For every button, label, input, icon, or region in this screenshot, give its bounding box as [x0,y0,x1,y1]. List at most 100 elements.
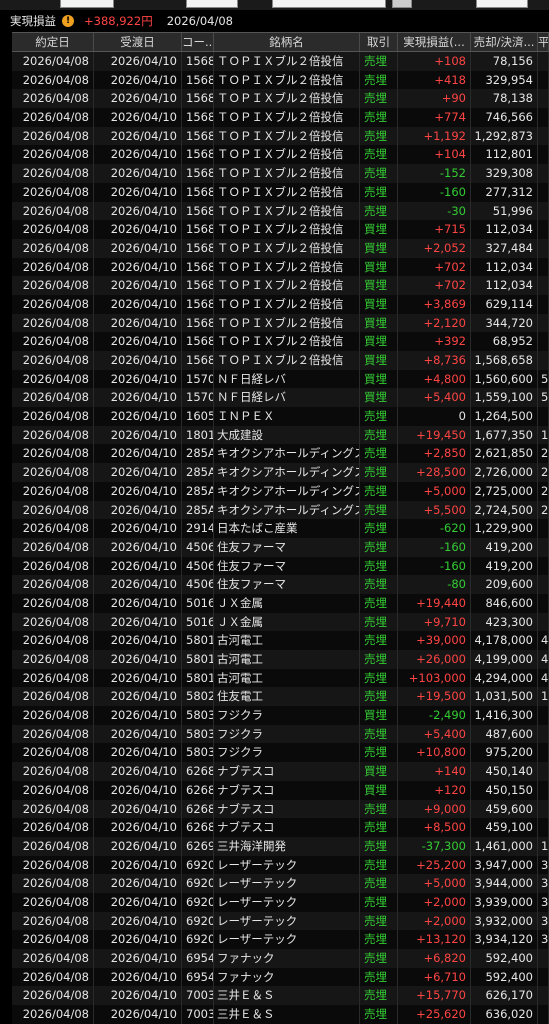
cell-code: 1568 [182,332,214,351]
table-row[interactable]: 2026/04/08 2026/04/10 5803 フジクラ 売埋 +5,400 487,… [12,724,549,744]
table-row[interactable]: 2026/04/08 2026/04/10 1570 ＮＦ日経レバ 買埋 +5,400 1,… [12,388,549,408]
table-row[interactable]: 2026/04/08 2026/04/10 1568 ＴＯＰＩＸブル２倍投信 売埋 +1,… [12,126,549,146]
column-header-settlement-date[interactable]: 受渡日 [94,33,182,51]
column-header-code[interactable]: コー... [182,33,214,51]
table-row[interactable]: 2026/04/08 2026/04/10 1568 ＴＯＰＩＸブル２倍投信 買埋 +70… [12,276,549,295]
column-header-trade-date[interactable]: 約定日 [12,33,94,51]
cell-code: 6268 [182,818,214,837]
table-row[interactable]: 2026/04/08 2026/04/10 6920 レーザーテック 売埋 +25,200… [12,855,549,875]
cell-settlement-amount: 112,034 [471,220,538,239]
table-row[interactable]: 2026/04/08 2026/04/10 4506 住友ファーマ 売埋 -160 419,… [12,556,549,576]
table-row[interactable]: 2026/04/08 2026/04/10 5016 ＪＸ金属 売埋 +19,440 846… [12,593,549,613]
table-row[interactable]: 2026/04/08 2026/04/10 4506 住友ファーマ 売埋 -80 209,6… [12,575,549,594]
column-header-average[interactable]: 平 [538,33,549,51]
cell-trade-type: 売埋 [360,164,398,183]
realized-pnl-table: 約定日 受渡日 コー... 銘柄名 取引 実現損益(... 売却/決済... 平… [12,32,549,1024]
table-row[interactable]: 2026/04/08 2026/04/10 1568 ＴＯＰＩＸブル２倍投信 売埋 -30… [12,201,549,221]
table-row[interactable]: 2026/04/08 2026/04/10 1568 ＴＯＰＩＸブル２倍投信 買埋 +3,… [12,294,549,314]
date-to-field[interactable] [186,0,238,8]
cell-code: 4506 [182,575,214,594]
table-row[interactable]: 2026/04/08 2026/04/10 6269 三井海洋開発 売埋 -37,300 1… [12,836,549,856]
table-row[interactable]: 2026/04/08 2026/04/10 5801 古河電工 売埋 +103,000 4,… [12,668,549,688]
symbol-field[interactable] [272,0,386,8]
cell-settlement-date: 2026/04/10 [94,780,182,800]
table-row[interactable]: 2026/04/08 2026/04/10 285A キオクシアホールディングス 売埋 +… [12,444,549,464]
table-row[interactable]: 2026/04/08 2026/04/10 4506 住友ファーマ 売埋 -160 419,… [12,537,549,557]
cell-realized-pnl: -152 [398,164,471,183]
cell-symbol-name: ＩＮＰＥＸ [214,407,360,426]
table-row[interactable]: 2026/04/08 2026/04/10 2914 日本たばこ産業 売埋 -620 1,2… [12,519,549,538]
cell-trade-type: 売埋 [360,855,398,875]
warning-icon[interactable]: ! [62,15,74,27]
table-row[interactable]: 2026/04/08 2026/04/10 1568 ＴＯＰＩＸブル２倍投信 買埋 +39… [12,332,549,351]
table-row[interactable]: 2026/04/08 2026/04/10 1568 ＴＯＰＩＸブル２倍投信 買埋 +70… [12,257,549,277]
cell-realized-pnl: +120 [398,780,471,800]
cell-code: 5801 [182,631,214,650]
table-row[interactable]: 2026/04/08 2026/04/10 6268 ナブテスコ 売埋 +8,500 459… [12,818,549,837]
table-row[interactable]: 2026/04/08 2026/04/10 6268 ナブテスコ 買埋 +120 450,1… [12,780,549,800]
table-row[interactable]: 2026/04/08 2026/04/10 1568 ＴＯＰＩＸブル２倍投信 売埋 +77… [12,108,549,127]
table-row[interactable]: 2026/04/08 2026/04/10 1570 ＮＦ日経レバ 買埋 +4,800 1,… [12,369,549,389]
table-row[interactable]: 2026/04/08 2026/04/10 6268 ナブテスコ 売埋 +9,000 459… [12,799,549,819]
cell-trade-date: 2026/04/08 [12,930,94,949]
cell-code: 1570 [182,369,214,389]
table-row[interactable]: 2026/04/08 2026/04/10 5801 古河電工 売埋 +39,000 4,1… [12,631,549,650]
date-from-field[interactable] [60,0,114,8]
table-row[interactable]: 2026/04/08 2026/04/10 6920 レーザーテック 売埋 +13,120… [12,930,549,949]
table-row[interactable]: 2026/04/08 2026/04/10 7003 三井Ｅ＆Ｓ 売埋 +15,770 62… [12,986,549,1006]
search-button[interactable] [392,0,412,8]
table-row[interactable]: 2026/04/08 2026/04/10 1568 ＴＯＰＩＸブル２倍投信 売埋 +10… [12,52,549,71]
cell-trade-type: 売埋 [360,425,398,445]
table-row[interactable]: 2026/04/08 2026/04/10 6920 レーザーテック 売埋 +2,000 3… [12,911,549,931]
table-row[interactable]: 2026/04/08 2026/04/10 1801 大成建設 売埋 +19,450 1,6… [12,425,549,445]
table-row[interactable]: 2026/04/08 2026/04/10 6954 ファナック 売埋 +6,710 592… [12,967,549,987]
table-row[interactable]: 2026/04/08 2026/04/10 285A キオクシアホールディングス 売埋 +… [12,463,549,482]
table-row[interactable]: 2026/04/08 2026/04/10 1568 ＴＯＰＩＸブル２倍投信 売埋 -16… [12,182,549,202]
table-row[interactable]: 2026/04/08 2026/04/10 7003 三井Ｅ＆Ｓ 売埋 +25,620 63… [12,1005,549,1024]
table-row[interactable]: 2026/04/08 2026/04/10 1568 ＴＯＰＩＸブル２倍投信 売埋 -15… [12,164,549,183]
cell-code: 1568 [182,238,214,258]
account-select[interactable] [476,0,528,8]
cell-trade-type: 売埋 [360,836,398,856]
table-row[interactable]: 2026/04/08 2026/04/10 285A キオクシアホールディングス 売埋 +… [12,481,549,501]
table-row[interactable]: 2026/04/08 2026/04/10 6920 レーザーテック 売埋 +2,000 3… [12,892,549,912]
cell-realized-pnl: +5,000 [398,874,471,893]
cell-symbol-name: ＴＯＰＩＸブル２倍投信 [214,89,360,109]
table-row[interactable]: 2026/04/08 2026/04/10 1568 ＴＯＰＩＸブル２倍投信 買埋 +8,… [12,351,549,370]
cell-trade-type: 売埋 [360,1005,398,1024]
cell-settlement-date: 2026/04/10 [94,425,182,445]
cell-trade-type: 売埋 [360,52,398,71]
table-row[interactable]: 2026/04/08 2026/04/10 1568 ＴＯＰＩＸブル２倍投信 売埋 +90… [12,89,549,109]
table-row[interactable]: 2026/04/08 2026/04/10 5803 フジクラ 売埋 +10,800 975… [12,743,549,763]
table-row[interactable]: 2026/04/08 2026/04/10 6954 ファナック 売埋 +6,820 592… [12,949,549,968]
cell-trade-date: 2026/04/08 [12,126,94,146]
cell-trade-date: 2026/04/08 [12,593,94,613]
table-row[interactable]: 2026/04/08 2026/04/10 1605 ＩＮＰＥＸ 売埋 0 1,264,50… [12,407,549,426]
table-row[interactable]: 2026/04/08 2026/04/10 5802 住友電工 売埋 +19,500 1,0… [12,687,549,707]
cell-trade-date: 2026/04/08 [12,276,94,295]
cell-trade-date: 2026/04/08 [12,967,94,987]
table-row[interactable]: 2026/04/08 2026/04/10 1568 ＴＯＰＩＸブル２倍投信 買埋 +71… [12,220,549,239]
column-header-settlement-amount[interactable]: 売却/決済... [471,33,538,51]
cell-symbol-name: 住友電工 [214,687,360,707]
cell-realized-pnl: +2,000 [398,911,471,931]
table-row[interactable]: 2026/04/08 2026/04/10 285A キオクシアホールディングス 売埋 +… [12,500,549,520]
cell-code: 6920 [182,930,214,949]
cell-code: 6954 [182,949,214,968]
cell-trade-type: 売埋 [360,481,398,501]
cell-trade-date: 2026/04/08 [12,724,94,744]
table-row[interactable]: 2026/04/08 2026/04/10 1568 ＴＯＰＩＸブル２倍投信 買埋 +2,… [12,238,549,258]
table-row[interactable]: 2026/04/08 2026/04/10 6268 ナブテスコ 買埋 +140 450,1… [12,762,549,781]
cell-settlement-date: 2026/04/10 [94,369,182,389]
table-row[interactable]: 2026/04/08 2026/04/10 1568 ＴＯＰＩＸブル２倍投信 買埋 +2,… [12,313,549,333]
table-row[interactable]: 2026/04/08 2026/04/10 5801 古河電工 売埋 +26,000 4,1… [12,650,549,669]
column-header-symbol-name[interactable]: 銘柄名 [214,33,360,51]
column-header-trade-type[interactable]: 取引 [360,33,398,51]
column-header-realized-pnl[interactable]: 実現損益(... [398,33,471,51]
cell-trade-date: 2026/04/08 [12,762,94,781]
table-row[interactable]: 2026/04/08 2026/04/10 5016 ＪＸ金属 売埋 +9,710 423,… [12,612,549,632]
table-row[interactable]: 2026/04/08 2026/04/10 5803 フジクラ 買埋 -2,490 1,41… [12,706,549,725]
table-row[interactable]: 2026/04/08 2026/04/10 1568 ＴＯＰＩＸブル２倍投信 売埋 +41… [12,70,549,90]
table-row[interactable]: 2026/04/08 2026/04/10 1568 ＴＯＰＩＸブル２倍投信 売埋 +10… [12,145,549,165]
table-row[interactable]: 2026/04/08 2026/04/10 6920 レーザーテック 売埋 +5,000 3… [12,874,549,893]
